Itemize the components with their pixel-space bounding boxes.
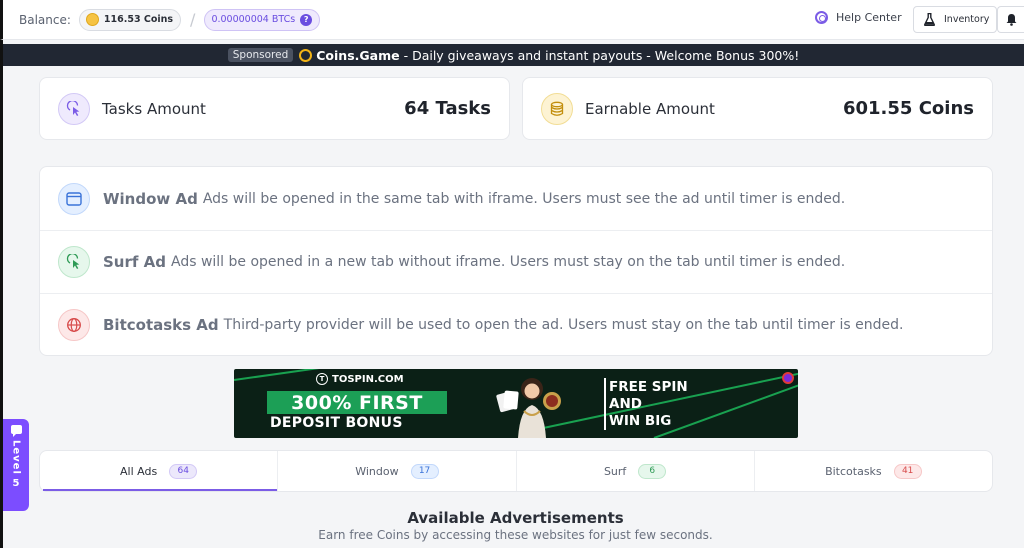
banner-right-text: FREE SPIN AND WIN BIG [609,379,688,430]
coin-stack-icon [541,92,573,125]
globe-icon [58,309,90,341]
surf-ad-row: Surf Ad Ads will be opened in a new tab … [40,230,992,293]
tab-window[interactable]: Window 17 [277,451,515,491]
inventory-label: Inventory [944,14,990,25]
tab-all-ads[interactable]: All Ads 64 [40,451,278,491]
level-number: 5 [12,477,20,489]
tab-label: All Ads [120,464,158,478]
bitcotasks-ad-name: Bitcotasks Ad [103,316,219,334]
btc-balance: 0.00000004 BTCs [211,14,296,25]
inventory-button[interactable]: Inventory [913,6,997,33]
sponsor-text: - Daily giveaways and instant payouts - … [403,47,800,63]
bell-icon [1006,14,1016,26]
level-label: Level [10,440,22,475]
tab-count-badge: 64 [169,463,198,479]
earnable-amount-value: 601.55 Coins [842,98,974,119]
bitcotasks-ad-desc: Third-party provider will be used to ope… [223,317,904,333]
bitcotasks-ad-row: Bitcotasks Ad Third-party provider will … [40,293,992,356]
question-icon[interactable]: ? [300,13,313,26]
notifications-button[interactable] [997,6,1024,33]
tab-count-badge: 6 [638,463,667,479]
banner-headline: 300% FIRST [267,391,447,414]
banner-brand-text: TOSPIN.COM [332,373,404,385]
coins-game-logo-icon [299,48,313,62]
tasks-amount-label: Tasks Amount [102,99,206,118]
available-ads-title: Available Advertisements [407,509,624,527]
coins-balance-pill[interactable]: 116.53 Coins [78,8,182,31]
help-center-label: Help Center [836,11,902,24]
coin-icon [85,13,99,26]
sponsored-banner[interactable]: Sponsored Coins.Game - Daily giveaways a… [0,44,1024,66]
ad-types-card: Window Ad Ads will be opened in the same… [39,166,993,356]
tasks-amount-value: 64 Tasks [404,98,491,119]
window-ad-name: Window Ad [103,189,198,208]
tab-bitcotasks[interactable]: Bitcotasks 41 [753,451,992,491]
casino-hostess-image [496,378,561,438]
earnable-amount-label: Earnable Amount [585,99,715,118]
advertisement-banner[interactable]: T TOSPIN.COM 300% FIRST DEPOSIT BONUS FR… [234,369,798,438]
balance-separator: / [190,10,196,29]
flask-icon [924,13,935,26]
tospin-logo-icon: T [316,373,328,385]
tasks-amount-card: Tasks Amount 64 Tasks [39,77,510,140]
lifebuoy-icon [815,11,828,24]
sponsor-brand: Coins.Game [316,47,400,63]
banner-right-line3: WIN BIG [609,413,672,429]
surf-ad-name: Surf Ad [103,253,166,271]
banner-divider [604,378,606,430]
earnable-amount-card: Earnable Amount 601.55 Coins [522,77,993,140]
tab-label: Surf [603,464,627,478]
window-ad-desc: Ads will be opened in the same tab with … [202,190,846,207]
window-icon [58,182,90,215]
balance-label: Balance: [19,12,71,27]
tab-surf[interactable]: Surf 6 [515,451,754,491]
banner-right-line1: FREE SPIN [609,379,688,395]
btc-balance-pill[interactable]: 0.00000004 BTCs ? [204,8,321,31]
cursor-click-icon [58,92,90,125]
tab-label: Window [355,464,399,478]
surf-ad-desc: Ads will be opened in a new tab without … [170,254,846,270]
chat-icon [10,425,22,437]
window-ad-row: Window Ad Ads will be opened in the same… [40,167,992,230]
banner-right-line2: AND [609,396,642,412]
sponsored-tag: Sponsored [227,48,294,62]
level-side-tab[interactable]: Level 5 [3,419,29,511]
tab-count-badge: 41 [893,463,922,479]
banner-brand: T TOSPIN.COM [316,373,404,385]
banner-subline: DEPOSIT BONUS [270,415,403,431]
coins-balance: 116.53 Coins [103,14,174,25]
tab-label: Bitcotasks [825,464,882,478]
tab-count-badge: 17 [410,463,439,479]
cursor-click-icon [58,246,90,278]
ad-filter-tabs: All Ads 64 Window 17 Surf 6 Bitcotasks 4… [39,450,993,492]
available-ads-subtitle: Earn free Coins by accessing these websi… [318,528,713,542]
ad-choices-icon[interactable] [782,372,794,384]
help-center-link[interactable]: Help Center [815,11,902,24]
